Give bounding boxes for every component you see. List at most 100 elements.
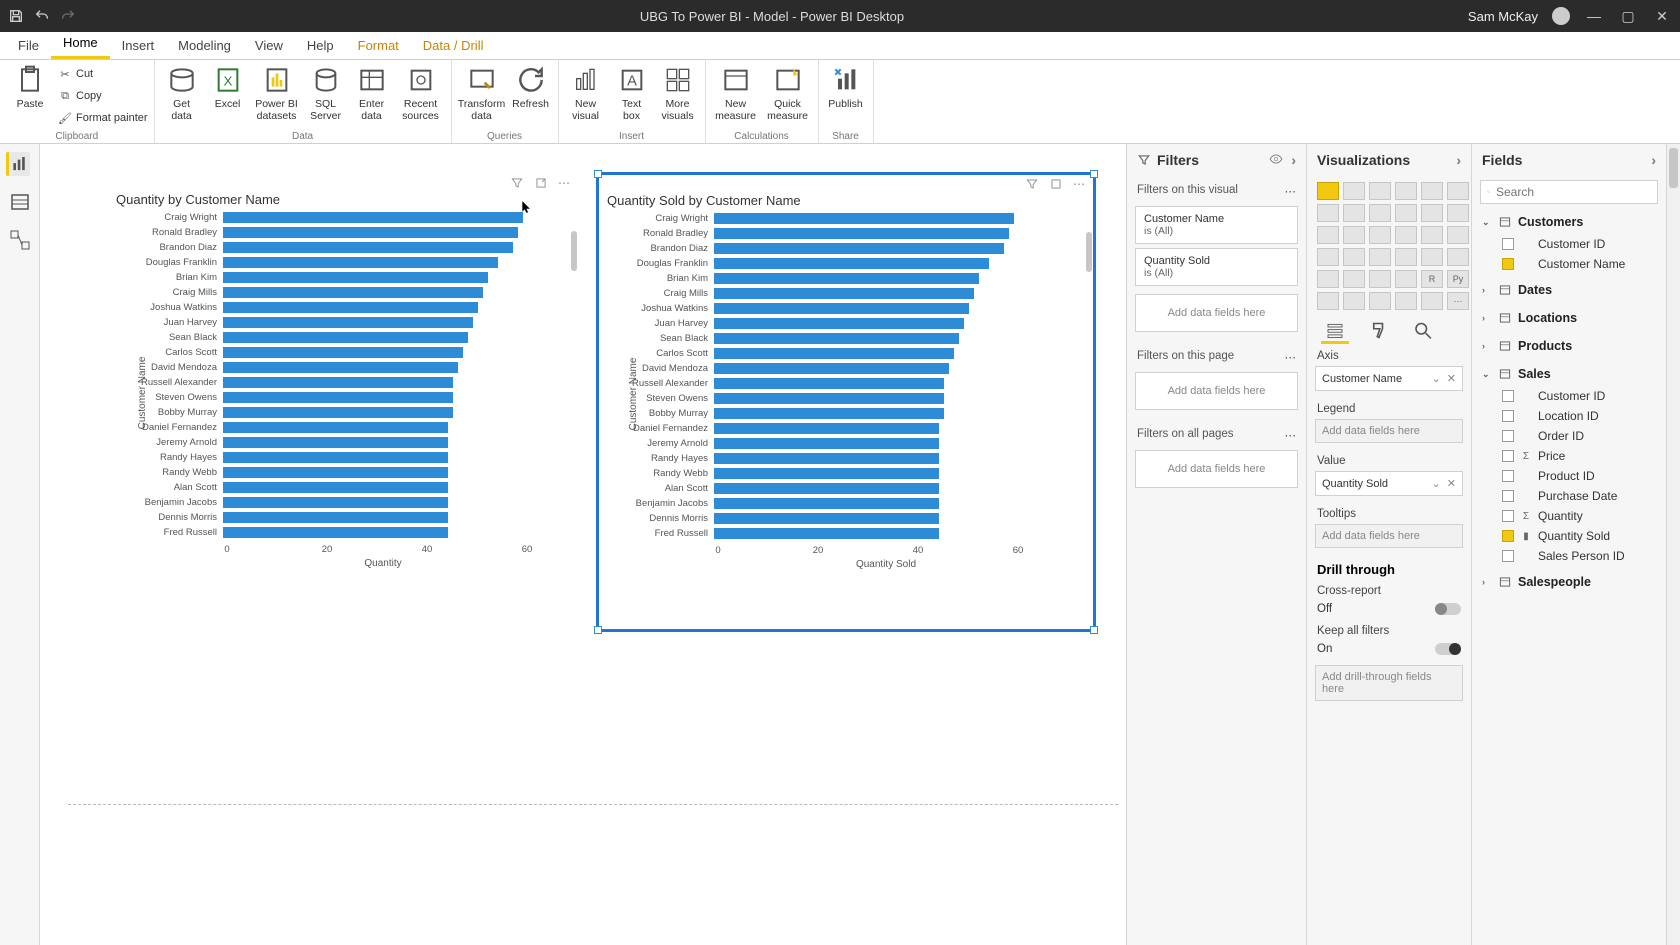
chart-bar-row[interactable]: Carlos Scott <box>619 347 1087 361</box>
chart-scrollbar[interactable] <box>571 231 577 271</box>
filter-icon[interactable] <box>510 176 524 190</box>
user-label[interactable]: Sam McKay <box>1468 9 1538 24</box>
field-customer-id[interactable]: Customer ID <box>1480 386 1658 406</box>
table-dates[interactable]: ›Dates <box>1480 278 1658 302</box>
viz-type-cell[interactable] <box>1369 182 1391 200</box>
chart-bar-row[interactable]: Carlos Scott <box>128 346 572 360</box>
chart-bar-row[interactable]: Fred Russell <box>619 527 1087 541</box>
axis-field-well[interactable]: Customer Name⌄✕ <box>1315 366 1463 391</box>
focus-icon[interactable] <box>534 176 548 190</box>
bar[interactable] <box>223 512 448 523</box>
viz-type-cell[interactable] <box>1317 292 1339 310</box>
field-checkbox[interactable] <box>1502 410 1514 422</box>
chart-bar-row[interactable]: Douglas Franklin <box>128 256 572 270</box>
viz-type-cell[interactable] <box>1447 226 1469 244</box>
maximize-button[interactable]: ▢ <box>1618 8 1638 25</box>
chart-bar-row[interactable]: Benjamin Jacobs <box>619 497 1087 511</box>
undo-icon[interactable] <box>34 8 50 24</box>
chart-bar-row[interactable]: Brandon Diaz <box>128 241 572 255</box>
field-sales-person-id[interactable]: Sales Person ID <box>1480 546 1658 566</box>
field-price[interactable]: ΣPrice <box>1480 446 1658 466</box>
chart-bar-row[interactable]: Ronald Bradley <box>619 227 1087 241</box>
tab-home[interactable]: Home <box>51 31 110 59</box>
viz-type-cell[interactable] <box>1421 182 1443 200</box>
viz-type-cell[interactable] <box>1395 270 1417 288</box>
chart-scrollbar[interactable] <box>1086 232 1092 272</box>
table-sales[interactable]: ⌄Sales <box>1480 362 1658 386</box>
viz-type-cell[interactable] <box>1343 204 1365 222</box>
chart-bar-row[interactable]: Daniel Fernandez <box>619 422 1087 436</box>
field-checkbox[interactable] <box>1502 450 1514 462</box>
bar[interactable] <box>714 528 939 539</box>
field-checkbox[interactable] <box>1502 238 1514 250</box>
bar[interactable] <box>223 482 448 493</box>
close-button[interactable]: ✕ <box>1652 8 1672 25</box>
viz-type-cell[interactable] <box>1447 204 1469 222</box>
text-box-button[interactable]: AText box <box>611 62 653 122</box>
chart-bar-row[interactable]: Sean Black <box>619 332 1087 346</box>
new-visual-button[interactable]: New visual <box>565 62 607 122</box>
table-products[interactable]: ›Products <box>1480 334 1658 358</box>
viz-type-cell[interactable]: R <box>1421 270 1443 288</box>
resize-handle[interactable] <box>1090 626 1098 634</box>
viz-type-cell[interactable] <box>1369 204 1391 222</box>
table-customers[interactable]: ⌄Customers <box>1480 210 1658 234</box>
publish-button[interactable]: Publish <box>825 62 867 110</box>
field-quantity[interactable]: ΣQuantity <box>1480 506 1658 526</box>
bar[interactable] <box>714 288 974 299</box>
chart-bar-row[interactable]: Craig Wright <box>619 212 1087 226</box>
filter-dropwell[interactable]: Add data fields here <box>1135 450 1298 488</box>
chart-bar-row[interactable]: Craig Mills <box>128 286 572 300</box>
bar[interactable] <box>223 527 448 538</box>
viz-type-cell[interactable] <box>1317 182 1339 200</box>
collapse-icon[interactable]: › <box>1651 152 1656 168</box>
chart-bar-row[interactable]: Dennis Morris <box>619 512 1087 526</box>
focus-icon[interactable] <box>1049 177 1063 191</box>
viz-type-cell[interactable] <box>1369 292 1391 310</box>
bar[interactable] <box>714 378 944 389</box>
bar[interactable] <box>223 257 498 268</box>
value-field-well[interactable]: Quantity Sold⌄✕ <box>1315 471 1463 496</box>
more-icon[interactable]: ⋯ <box>1285 184 1297 198</box>
enter-data-button[interactable]: Enter data <box>351 62 393 122</box>
visual-quantity[interactable]: ⋯ Quantity by Customer Name Customer Nam… <box>108 174 578 624</box>
chevron-down-icon[interactable]: ⌄ <box>1432 372 1441 385</box>
field-location-id[interactable]: Location ID <box>1480 406 1658 426</box>
model-view-button[interactable] <box>8 228 32 252</box>
more-visuals-button[interactable]: More visuals <box>657 62 699 122</box>
avatar[interactable] <box>1552 7 1570 25</box>
chart-bar-row[interactable]: Joshua Watkins <box>128 301 572 315</box>
field-checkbox[interactable] <box>1502 470 1514 482</box>
tab-view[interactable]: View <box>243 34 295 59</box>
more-icon[interactable]: ⋯ <box>1285 428 1297 442</box>
bar[interactable] <box>714 258 989 269</box>
vertical-scrollbar[interactable] <box>1666 144 1680 945</box>
chevron-down-icon[interactable]: ⌄ <box>1432 477 1441 490</box>
bar[interactable] <box>714 483 939 494</box>
viz-type-cell[interactable] <box>1395 226 1417 244</box>
viz-type-cell[interactable] <box>1395 248 1417 266</box>
paste-button[interactable]: Paste <box>6 62 54 110</box>
chart-bar-row[interactable]: Russell Alexander <box>619 377 1087 391</box>
bar[interactable] <box>714 468 939 479</box>
eye-icon[interactable] <box>1269 152 1283 166</box>
chart-bar-row[interactable]: Randy Hayes <box>128 451 572 465</box>
viz-type-cell[interactable] <box>1421 248 1443 266</box>
resize-handle[interactable] <box>594 626 602 634</box>
chart-bar-row[interactable]: David Mendoza <box>128 361 572 375</box>
chart-bar-row[interactable]: Jeremy Arnold <box>128 436 572 450</box>
bar[interactable] <box>223 377 453 388</box>
viz-type-cell[interactable] <box>1421 292 1443 310</box>
viz-type-cell[interactable] <box>1343 248 1365 266</box>
viz-type-cell[interactable] <box>1343 270 1365 288</box>
chart-bar-row[interactable]: Brian Kim <box>619 272 1087 286</box>
field-order-id[interactable]: Order ID <box>1480 426 1658 446</box>
field-checkbox[interactable] <box>1502 530 1514 542</box>
format-painter-button[interactable]: 🖌Format painter <box>58 108 148 128</box>
search-input[interactable] <box>1496 185 1651 199</box>
bar[interactable] <box>714 333 959 344</box>
table-salespeople[interactable]: ›Salespeople <box>1480 570 1658 594</box>
collapse-icon[interactable]: › <box>1291 152 1296 168</box>
filter-card[interactable]: Customer Nameis (All) <box>1135 206 1298 244</box>
viz-type-cell[interactable] <box>1369 226 1391 244</box>
